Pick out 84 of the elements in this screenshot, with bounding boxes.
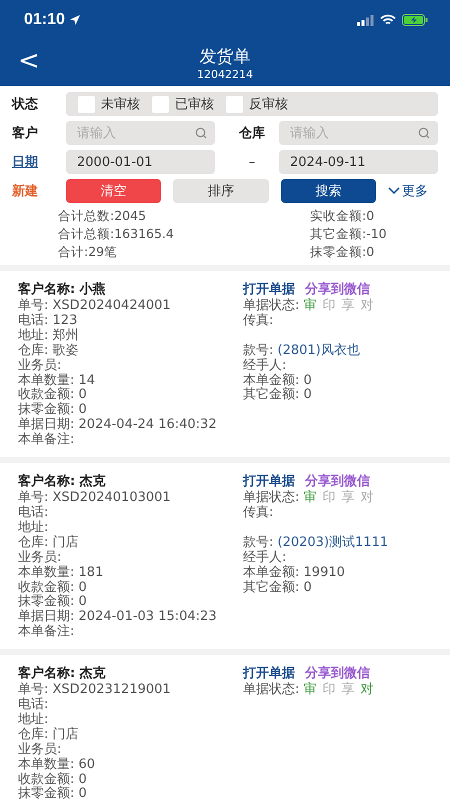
order-field: 收款金额: 0 — [18, 580, 243, 596]
order-field: 仓库: 门店 — [18, 728, 243, 743]
open-document-link[interactable]: 打开单据 — [243, 282, 295, 298]
style-number: 款号: (20203)测试1111 — [243, 536, 390, 550]
clear-button[interactable]: 清空 — [66, 179, 162, 203]
customer-label: 客户 — [12, 124, 39, 142]
back-button[interactable]: < — [14, 48, 44, 74]
share-wechat-link[interactable]: 分享到微信 — [305, 282, 370, 298]
end-date-field[interactable]: 2024-09-11 — [279, 150, 438, 174]
order-field: 其它金额: 0 — [243, 580, 438, 596]
open-document-link[interactable]: 打开单据 — [243, 666, 295, 682]
order-field: 抹零金额: 0 — [18, 403, 243, 418]
order-field: 仓库: 歌姿 — [18, 344, 243, 359]
wifi-icon — [380, 14, 396, 26]
summary-amount: 实收金额:0 — [310, 207, 376, 225]
signal-icon — [357, 14, 374, 26]
summary-total: 合计:29笔 — [58, 243, 118, 261]
warehouse-label: 仓库 — [238, 124, 266, 142]
checkbox-label: 反审核 — [249, 96, 288, 113]
order-field: 抹零金额: 0 — [18, 595, 243, 610]
order-field: 业务员: — [18, 550, 243, 566]
start-date-field[interactable]: 2000-01-01 — [66, 150, 215, 174]
order-field: 传真: — [243, 506, 438, 521]
more-button[interactable]: 更多 — [388, 182, 448, 200]
summary-total: 合计总数:2045 — [58, 207, 148, 225]
page-title: 发货单 — [200, 46, 250, 68]
order-field: 本单备注: — [18, 625, 243, 640]
order-field: 本单金额: 19910 — [243, 566, 438, 580]
order-field: 业务员: — [18, 742, 243, 758]
order-field: 地址: 郑州 — [18, 328, 243, 344]
order-field: 其它金额: 0 — [243, 388, 438, 404]
order-field: 经手人: — [243, 358, 438, 374]
order-field: 传真: — [243, 314, 438, 329]
order-field: 地址: — [18, 712, 243, 728]
search-button[interactable]: 搜索 — [280, 179, 376, 203]
document-status: 单据状态: 审 印 享 对 — [243, 299, 375, 313]
page-subtitle: 12042214 — [197, 68, 253, 81]
checkbox-label: 未审核 — [101, 96, 140, 113]
order-field: 单据日期: 2024-04-24 16:40:32 — [18, 418, 243, 434]
date-link[interactable]: 日期 — [12, 153, 66, 171]
document-status: 单据状态: 审 印 享 对 — [243, 491, 375, 506]
date-separator: – — [248, 154, 256, 170]
customer-name: 客户名称: 小燕 — [18, 281, 107, 298]
checkbox[interactable] — [78, 96, 95, 112]
order-field: 地址: — [18, 520, 243, 536]
order-field: 单号: XSD20240103001 — [18, 491, 243, 506]
customer-name: 客户名称: 杰克 — [18, 665, 107, 682]
status-label: 状态 — [12, 96, 39, 113]
order-field: 本单数量: 181 — [18, 566, 243, 580]
style-number: 款号: (2801)风衣也 — [243, 344, 361, 358]
location-icon — [68, 14, 81, 26]
customer-name: 客户名称: 杰克 — [18, 473, 107, 490]
order-field: 单据日期: 2024-01-03 15:04:23 — [18, 610, 243, 626]
status-time: 01:10 — [24, 11, 65, 29]
share-wechat-link[interactable]: 分享到微信 — [305, 474, 370, 490]
order-field: 经手人: — [243, 550, 438, 566]
search-icon — [418, 127, 430, 139]
checkbox-label: 已审核 — [175, 96, 214, 113]
checkbox[interactable] — [226, 96, 243, 112]
order-field: 电话: 123 — [18, 314, 243, 329]
document-status: 单据状态: 审 印 享 对 — [243, 683, 375, 698]
order-field: 业务员: — [18, 358, 243, 374]
checkbox[interactable] — [152, 96, 169, 112]
summary-amount: 其它金额:-10 — [310, 225, 388, 243]
order-field: 单号: XSD20240424001 — [18, 299, 243, 314]
order-field: 仓库: 门店 — [18, 536, 243, 551]
order-field: 本单金额: 0 — [243, 374, 438, 388]
open-document-link[interactable]: 打开单据 — [243, 474, 295, 490]
order-field: 本单数量: 60 — [18, 758, 243, 773]
order-field: 电话: — [18, 506, 243, 521]
chevron-down-icon — [388, 187, 400, 195]
summary-total: 合计总额:163165.4 — [58, 225, 175, 243]
order-field: 收款金额: 0 — [18, 772, 243, 788]
order-field: 本单数量: 14 — [18, 374, 243, 388]
sort-button[interactable]: 排序 — [173, 179, 269, 203]
summary-amount: 抹零金额:0 — [310, 243, 376, 261]
order-field: 收款金额: 0 — [18, 388, 243, 404]
order-field: 电话: — [18, 698, 243, 713]
share-wechat-link[interactable]: 分享到微信 — [305, 666, 370, 682]
battery-icon — [402, 14, 428, 26]
order-field: 本单备注: — [18, 433, 243, 448]
order-field: 单号: XSD20231219001 — [18, 683, 243, 698]
order-field: 抹零金额: 0 — [18, 787, 243, 800]
search-icon — [195, 127, 207, 139]
